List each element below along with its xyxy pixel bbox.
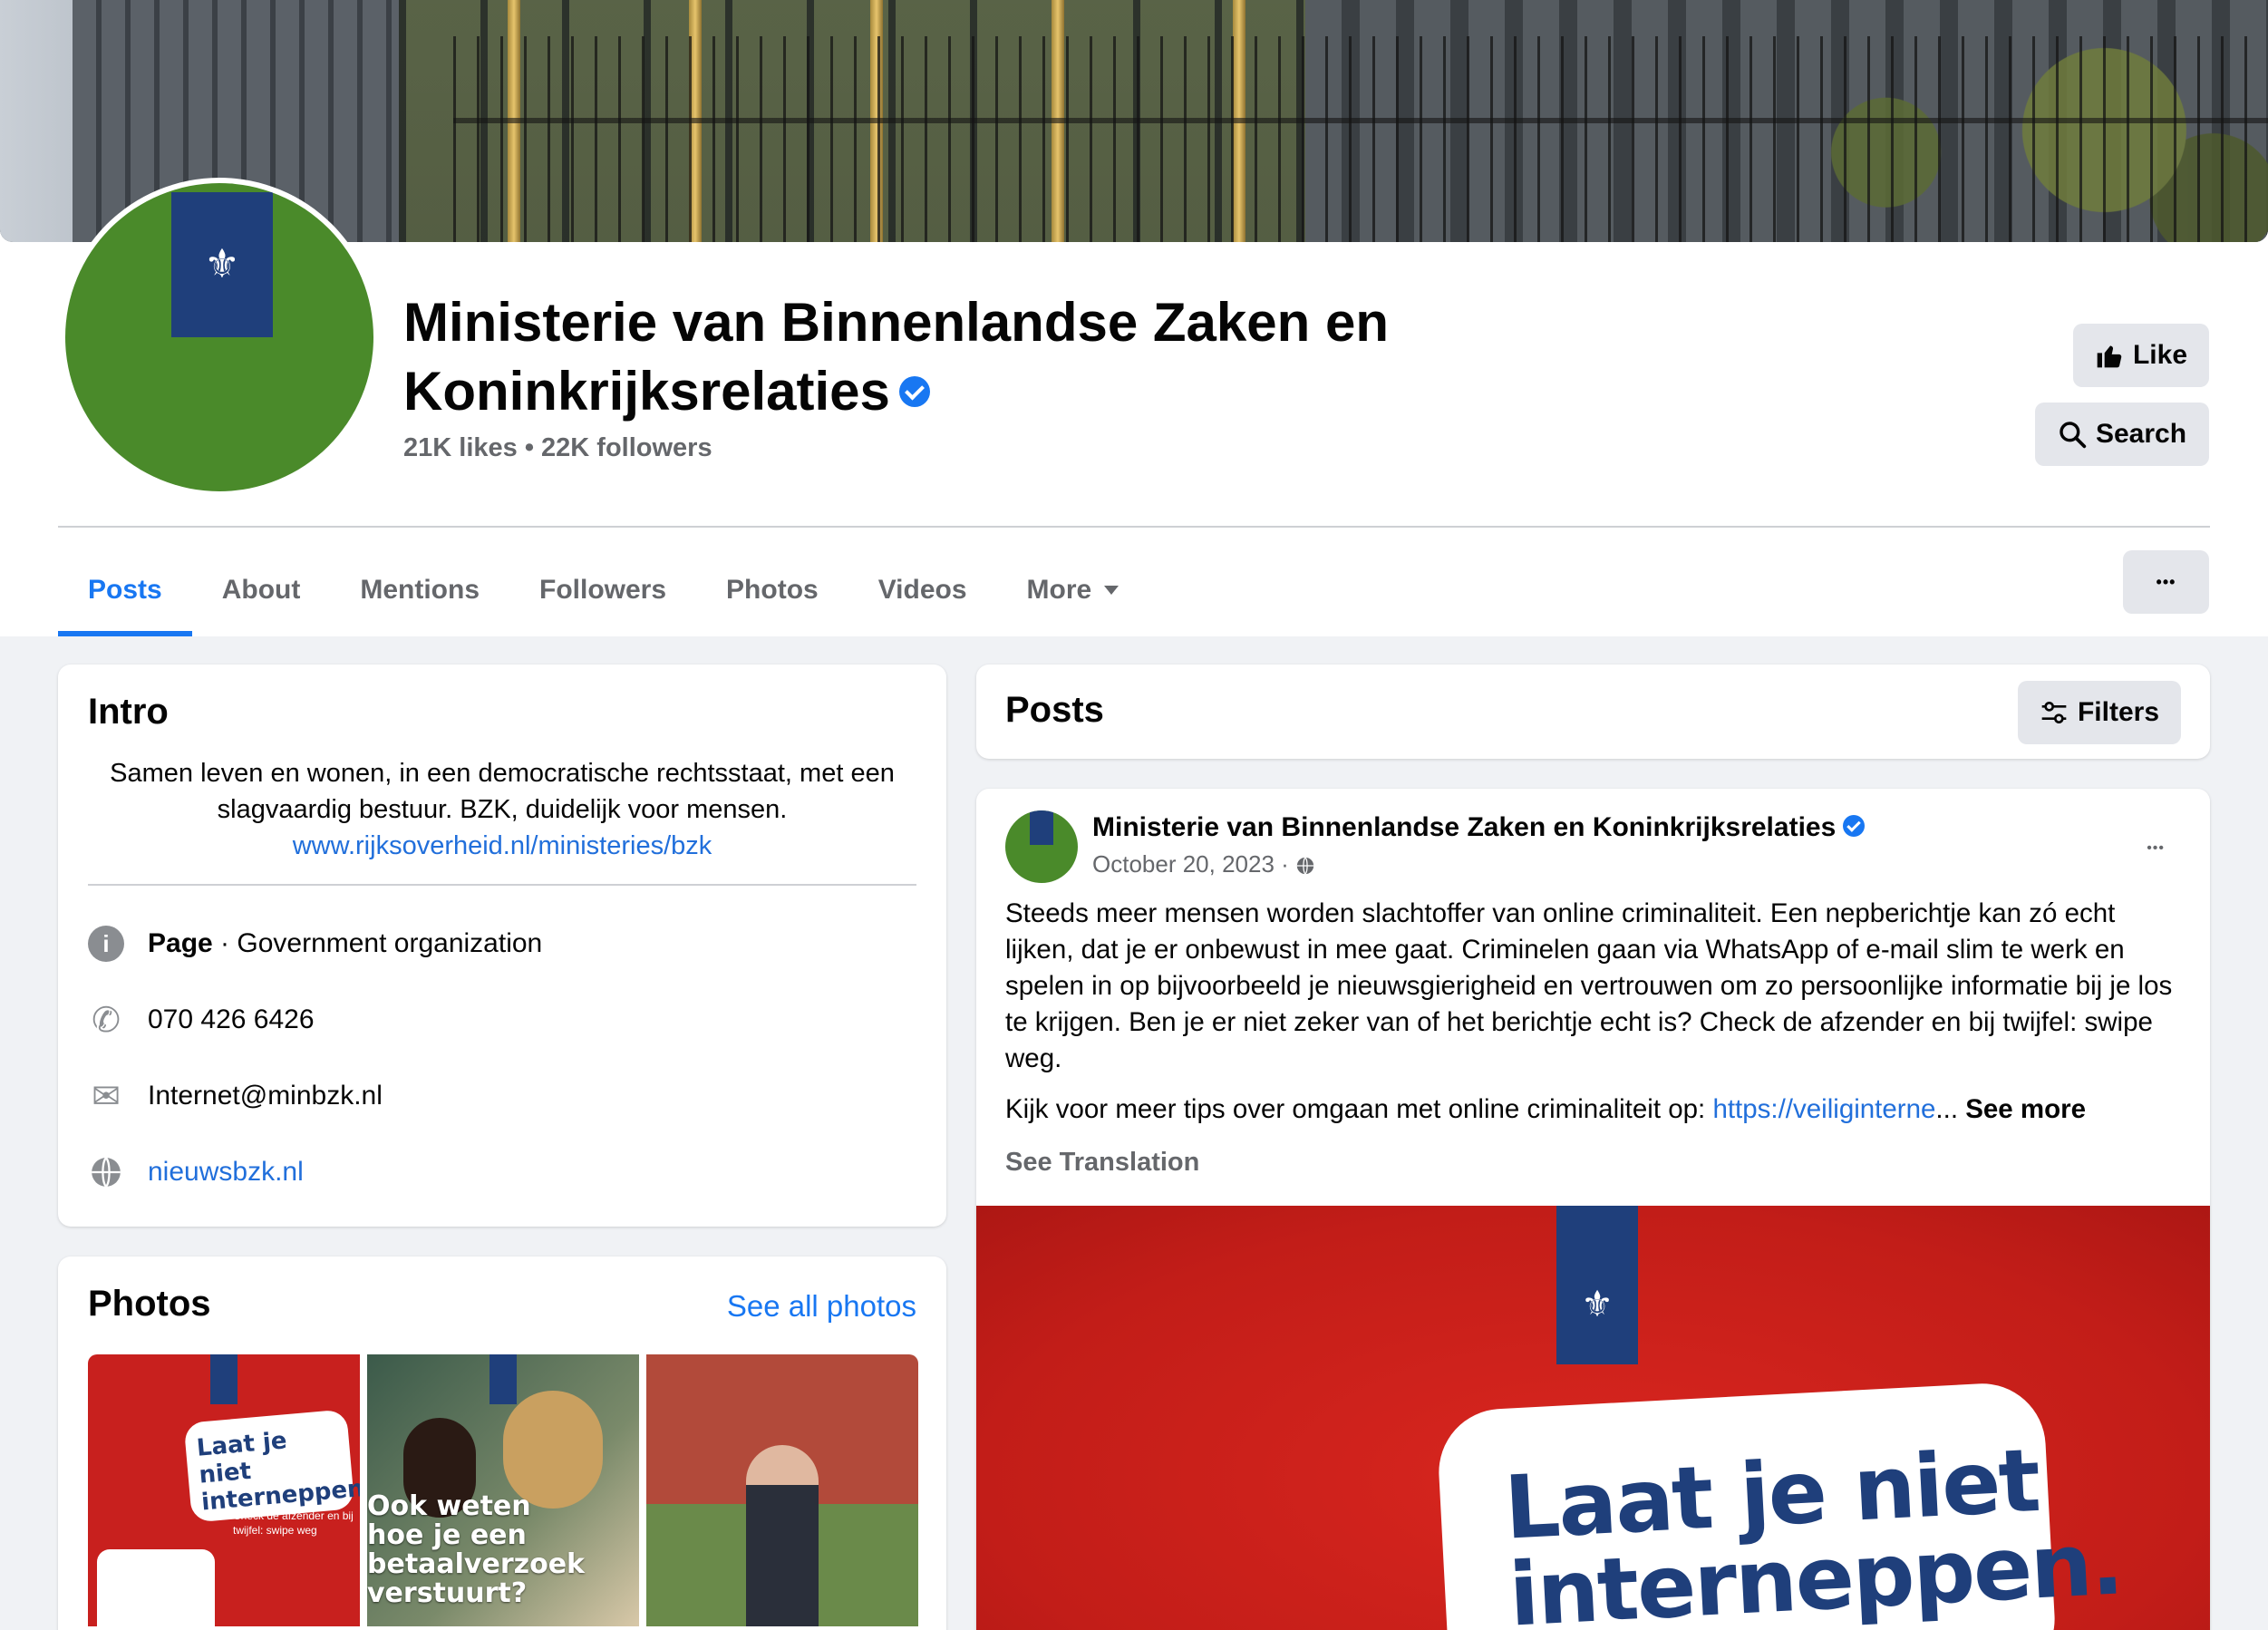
like-button-label: Like [2132, 340, 2188, 370]
photo-thumbnail[interactable]: Laat je niet interneppen. Check de afzen… [88, 1354, 360, 1626]
intro-category-row: i Page · Government organization [88, 926, 542, 962]
tab-label: More [1026, 575, 1092, 605]
photo-thumbnail[interactable]: Ook weten hoe je een betaalverzoek verst… [367, 1354, 639, 1626]
like-button[interactable]: Like [2073, 324, 2209, 387]
globe-icon [88, 1154, 124, 1190]
more-options-button[interactable]: ••• [2123, 550, 2209, 614]
photo-thumbnail[interactable] [646, 1354, 918, 1626]
intro-card: Intro Samen leven en wonen, in een democ… [58, 665, 946, 1227]
rijksoverheid-logo-ribbon [489, 1354, 517, 1404]
email-icon: ✉ [92, 1077, 121, 1116]
header-divider [58, 526, 2210, 528]
intro-email[interactable]: Internet@minbzk.nl [148, 1081, 383, 1111]
intro-bio-text: Samen leven en wonen, in een democratisc… [110, 759, 895, 824]
thumbnail-overlay-text: Ook weten hoe je een betaalverzoek verst… [367, 1490, 585, 1609]
tab-label: Posts [88, 575, 162, 605]
info-icon: i [88, 926, 124, 962]
globe-icon [1296, 857, 1314, 875]
tab-more[interactable]: More [997, 544, 1149, 636]
photos-card: Photos See all photos Laat je niet inter… [58, 1256, 946, 1630]
post-timestamp[interactable]: October 20, 2023 · [1092, 850, 1315, 878]
tab-about[interactable]: About [192, 544, 331, 636]
tab-followers[interactable]: Followers [509, 544, 696, 636]
post-author[interactable]: Ministerie van Binnenlandse Zaken en Kon… [1092, 812, 1866, 843]
tab-label: About [221, 575, 301, 605]
intro-divider [88, 884, 916, 886]
see-more-link[interactable]: See more [1965, 1094, 2086, 1124]
verified-badge-icon [1843, 815, 1866, 838]
thumbnail-slogan: Laat je niet interneppen. [183, 1409, 360, 1523]
profile-picture[interactable]: ⚜ [60, 178, 379, 497]
post-options-button[interactable]: ••• [2147, 825, 2165, 860]
tab-posts[interactable]: Posts [58, 544, 192, 636]
rijksoverheid-logo-ribbon: ⚜ [171, 192, 273, 337]
tab-label: Videos [877, 575, 967, 605]
post-link[interactable]: https://veiliginterne [1712, 1094, 1935, 1124]
post-body: Steeds meer mensen worden slachtoffer va… [1005, 896, 2184, 1142]
intro-email-row: ✉ Internet@minbzk.nl [88, 1077, 383, 1116]
post-text: Steeds meer mensen worden slachtoffer va… [1005, 898, 2173, 1073]
cover-fence-rail [453, 118, 2268, 123]
intro-website[interactable]: nieuwsbzk.nl [148, 1157, 304, 1188]
page-title: Ministerie van Binnenlandse Zaken en Kon… [403, 288, 1491, 426]
profile-tabs: Posts About Mentions Followers Photos Vi… [58, 544, 1149, 636]
tab-label: Photos [726, 575, 819, 605]
filters-button[interactable]: Filters [2018, 681, 2181, 744]
intro-phone[interactable]: 070 426 6426 [148, 1004, 315, 1035]
tab-videos[interactable]: Videos [848, 544, 997, 636]
see-translation-link[interactable]: See Translation [1005, 1148, 1199, 1178]
intro-website-row: nieuwsbzk.nl [88, 1154, 304, 1190]
post-card: Ministerie van Binnenlandse Zaken en Kon… [976, 789, 2210, 1630]
tab-mentions[interactable]: Mentions [330, 544, 509, 636]
more-dots-icon: ••• [2147, 840, 2165, 856]
page-stats[interactable]: 21K likes • 22K followers [403, 433, 712, 463]
thumbnail-caption: Check de afzender en bij twijfel: swipe … [233, 1509, 354, 1537]
post-author-avatar[interactable] [1005, 810, 1078, 883]
search-button[interactable]: Search [2035, 403, 2209, 466]
post-text-prefix: Kijk voor meer tips over omgaan met onli… [1005, 1094, 1713, 1124]
search-icon [2060, 422, 2087, 449]
intro-website-link[interactable]: www.rijksoverheid.nl/ministeries/bzk [88, 828, 916, 864]
intro-category-label: Page [148, 928, 213, 958]
more-dots-icon: ••• [2156, 572, 2176, 591]
post-image[interactable]: ⚜ Laat je niet interneppen. [976, 1206, 2210, 1630]
cover-photo[interactable] [0, 0, 2268, 242]
post-author-name: Ministerie van Binnenlandse Zaken en Kon… [1092, 812, 1837, 842]
caret-down-icon [1104, 586, 1119, 595]
photos-title: Photos [88, 1284, 211, 1324]
posts-header-card: Posts Filters [976, 665, 2210, 759]
profile-picture-image: ⚜ [65, 183, 373, 491]
post-date: October 20, 2023 · [1092, 850, 1289, 878]
intro-bio: Samen leven en wonen, in een democratisc… [88, 755, 916, 864]
post-text-links: Kijk voor meer tips over omgaan met onli… [1005, 1092, 2184, 1128]
intro-title: Intro [88, 692, 169, 732]
see-all-photos-link[interactable]: See all photos [727, 1289, 916, 1324]
phone-icon: ✆ [92, 1001, 121, 1040]
campaign-slogan: Laat je niet interneppen. [1502, 1430, 2124, 1630]
intro-phone-row: ✆ 070 426 6426 [88, 1001, 315, 1040]
person-figure [746, 1445, 819, 1626]
posts-title: Posts [1005, 690, 1104, 730]
tab-label: Followers [539, 575, 667, 605]
coat-of-arms-icon: ⚜ [204, 242, 240, 286]
tab-photos[interactable]: Photos [696, 544, 848, 636]
thumbs-up-icon [2097, 345, 2122, 368]
phone-illustration [97, 1549, 215, 1626]
rijksoverheid-logo-ribbon [1030, 810, 1053, 845]
page-title-line2: Koninkrijksrelaties [403, 361, 890, 422]
search-button-label: Search [2095, 419, 2187, 449]
verified-badge-icon [898, 376, 930, 408]
intro-category-value: · Government organization [212, 928, 543, 958]
cover-fence [453, 36, 2268, 242]
page-title-line1: Ministerie van Binnenlandse Zaken en [403, 292, 1389, 353]
rijksoverheid-logo-ribbon [210, 1354, 237, 1404]
coat-of-arms-icon: ⚜ [1581, 1284, 1614, 1324]
rijksoverheid-logo-ribbon: ⚜ [1556, 1206, 1638, 1364]
post-ellipsis: ... [1935, 1094, 1966, 1124]
filters-label: Filters [2077, 697, 2160, 727]
filters-icon [2041, 702, 2067, 723]
tab-label: Mentions [360, 575, 480, 605]
